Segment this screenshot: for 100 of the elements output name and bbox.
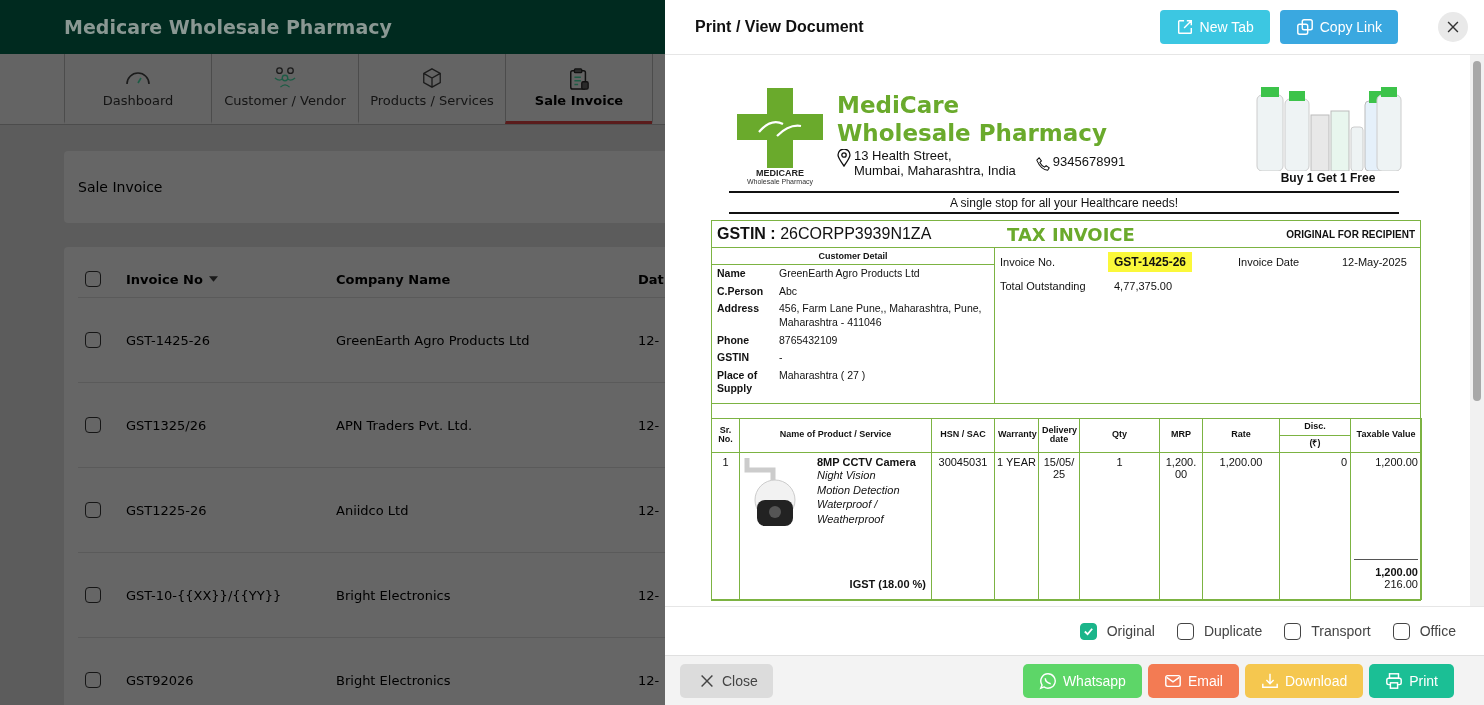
field-value: 4,77,375.00 [1114,280,1174,292]
copy-checkbox[interactable]: Duplicate [1176,622,1263,640]
field-value: Maharashtra ( 27 ) [779,368,867,383]
table-cell: 1 YEAR [994,452,1039,600]
whatsapp-button[interactable]: Whatsapp [1022,663,1142,698]
app-title: Medicare Wholesale Pharmacy [64,16,392,38]
subtotal-value: 1,200.00 [1375,565,1418,578]
table-cell: 12- [638,587,660,603]
field-label: GSTIN [717,351,751,365]
chat-bubble-icon [1038,671,1057,690]
download-button[interactable]: Download [1244,663,1364,698]
copy-link-button[interactable]: Copy Link [1279,10,1398,44]
column-header: HSN / SAC [931,418,995,453]
close-button[interactable] [1438,12,1468,42]
table-cell: 1,200.00 [1159,452,1203,600]
row-checkbox[interactable] [85,587,101,603]
row-checkbox[interactable] [85,332,101,348]
dialog-title: Print / View Document [695,18,864,36]
table-cell: Aniidco Ltd [336,502,409,518]
field-label: Place of Supply [717,368,759,397]
email-button[interactable]: Email [1147,663,1239,698]
close-icon [1446,20,1460,34]
logo-text: MEDICARE [756,168,804,178]
column-header[interactable]: Invoice No [126,271,203,287]
new-tab-button[interactable]: New Tab [1159,10,1270,44]
nav-tab[interactable]: Dashboard [64,54,211,124]
field-label: Address [717,302,760,317]
close-button[interactable]: Close [680,663,773,698]
location-pin-icon [837,149,851,168]
table-cell: GreenEarth Agro Products Ltd [336,332,530,348]
column-header: Delivery date [1038,418,1080,453]
table-cell: GST-10-{{XX}}/{{YY}} [126,587,282,603]
tax-label: IGST (18.00 %) [849,577,926,590]
field-value: Abc [779,284,799,299]
table-cell-text: 1,200.00 [1374,455,1418,468]
column-header: Sr. No. [711,418,740,453]
column-header: Name of Product / Service [739,418,932,453]
nav-tab[interactable]: Customer / Vendor [211,54,358,124]
company-phone: 9345678991 [1052,155,1126,171]
document-title: TAX INVOICE [1007,223,1135,245]
people-icon [272,67,298,89]
product-feature: Motion Detection [817,482,901,498]
copy-checkbox[interactable]: Original [1079,622,1155,640]
print-button[interactable]: Print [1369,663,1454,698]
row-checkbox[interactable] [85,502,101,518]
field-value: 12-May-2025 [1342,256,1408,268]
product-feature: Night Vision [817,467,877,483]
field-label: C.Person [717,284,765,299]
field-label: Name [717,267,747,281]
column-header: Dat [638,271,664,287]
row-checkbox[interactable] [85,672,101,688]
table-cell: 12- [638,332,660,348]
table-cell: Bright Electronics [336,587,451,603]
product-name: 8MP CCTV Camera [817,455,917,468]
column-header: Disc. [1279,418,1351,436]
nav-tab[interactable]: Sale Invoice [505,54,652,124]
field-label: Phone [717,333,751,348]
table-cell: 30045031 [931,452,995,600]
copy-checkbox[interactable]: Transport [1284,622,1371,640]
table-cell: 1,200.00 [1202,452,1280,600]
field-value: 8765432109 [779,333,839,348]
customer-heading: Customer Detail [818,251,888,261]
table-cell: 15/05/25 [1038,452,1080,600]
table-cell: Bright Electronics [336,672,451,688]
table-cell: 12- [638,417,660,433]
table-cell: GST92026 [126,672,194,688]
field-value: 456, Farm Lane Pune,, Maharashtra, Pune, Maharashtra - 411046 [779,302,983,330]
product-feature: Waterproof / Weatherproof [817,497,886,528]
table-cell: GST1225-26 [126,502,207,518]
field-label: Total Outstanding [1000,280,1087,292]
gstin-text: GSTIN : 26CORPP3939N1ZA [717,225,933,243]
table-cell: 1 [711,452,740,600]
phone-icon [1035,155,1050,174]
section-title: Sale Invoice [78,179,163,195]
cross-logo-icon [737,88,823,168]
external-link-icon [1175,18,1194,36]
column-header: Taxable Value [1350,418,1422,453]
scrollbar[interactable] [1470,55,1484,606]
copy-checkbox[interactable]: Office [1392,622,1456,640]
column-header: MRP [1159,418,1203,453]
select-all-checkbox[interactable] [85,271,101,287]
column-header: Company Name [336,271,451,287]
table-cell: GST-1425-26 [126,332,211,348]
copy-label: ORIGINAL FOR RECIPIENT [1286,228,1415,240]
table-cell: 12- [638,672,660,688]
column-header: Warranty [994,418,1039,453]
tax-amount: 216.00 [1384,577,1418,590]
company-address: 13 Health Street, Mumbai, Maharashtra, India [854,149,1016,179]
row-checkbox[interactable] [85,417,101,433]
table-cell: 0 [1279,452,1351,600]
table-cell: APN Traders Pvt. Ltd. [336,417,473,433]
table-cell: 1 [1079,452,1160,600]
promo-text: Buy 1 Get 1 Free [1280,171,1376,185]
copy-icon [1295,18,1314,36]
tagline: A single stop for all your Healthcare needs! [949,196,1179,210]
nav-tab[interactable]: Products / Services [358,54,505,124]
field-label: Invoice No. [1000,256,1057,268]
field-value: - [779,351,784,365]
table-cell: 12- [638,502,660,518]
company-name: MediCare Wholesale Pharmacy [837,91,1108,148]
